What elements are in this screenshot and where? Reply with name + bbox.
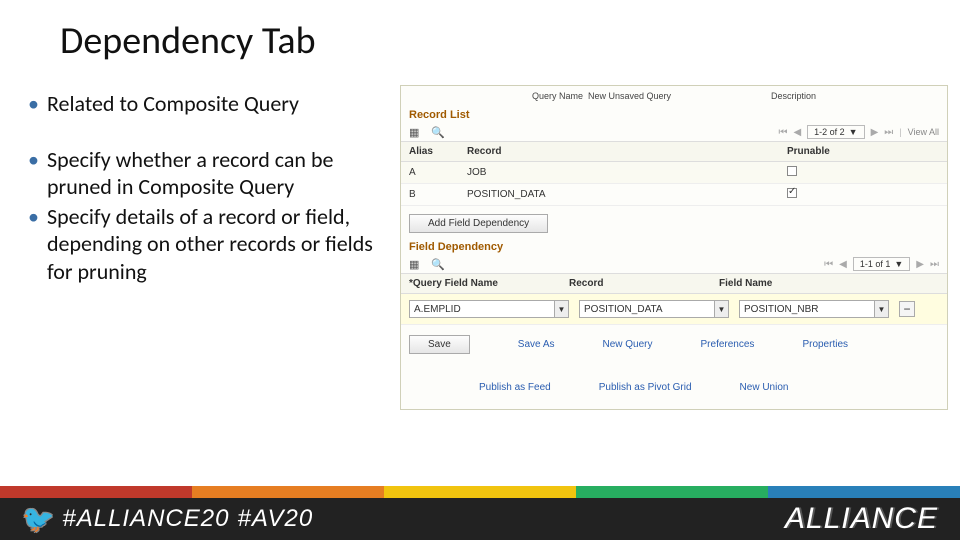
chevron-down-icon: ▼ — [554, 301, 568, 317]
new-query-link[interactable]: New Query — [603, 339, 653, 350]
grid-icon[interactable]: ▦ — [409, 258, 419, 271]
next-page-icon[interactable]: ▶ — [916, 259, 924, 270]
query-name-value: New Unsaved Query — [588, 91, 671, 101]
publish-pivot-link[interactable]: Publish as Pivot Grid — [599, 382, 692, 393]
record-select[interactable]: POSITION_DATA▼ — [579, 300, 729, 318]
prev-page-icon[interactable]: ◀ — [839, 259, 847, 270]
prev-page-icon[interactable]: ◀ — [793, 127, 801, 138]
record-list-toolbar: ▦ 🔍 ⏮ ◀ 1-2 of 2▼ ▶ ⏭ | View All — [401, 123, 947, 142]
description-label: Description — [771, 91, 816, 101]
chevron-down-icon: ▼ — [714, 301, 728, 317]
remove-row-button[interactable]: − — [899, 301, 915, 317]
search-icon[interactable]: 🔍 — [431, 126, 445, 139]
last-page-icon[interactable]: ⏭ — [884, 127, 893, 138]
field-dep-columns: *Query Field Name Record Field Name — [401, 274, 947, 294]
record-list-header: Record List — [401, 109, 947, 123]
pager-box[interactable]: 1-2 of 2▼ — [807, 125, 864, 139]
table-row: A JOB — [401, 162, 947, 184]
query-name-label: Query Name — [532, 91, 583, 101]
field-dep-row: A.EMPLID▼ POSITION_DATA▼ POSITION_NBR▼ − — [401, 294, 947, 325]
twitter-icon: 🐦 — [22, 503, 54, 535]
action-links: Save Save As New Query Preferences Prope… — [401, 325, 947, 401]
query-field-name-select[interactable]: A.EMPLID▼ — [409, 300, 569, 318]
record-list-columns: Alias Record Prunable — [401, 142, 947, 162]
screenshot-panel: Query Name New Unsaved Query Description… — [400, 85, 948, 410]
chevron-down-icon: ▼ — [874, 301, 888, 317]
add-field-dependency-button[interactable]: Add Field Dependency — [409, 214, 548, 233]
next-page-icon[interactable]: ▶ — [871, 127, 879, 138]
grid-icon[interactable]: ▦ — [409, 126, 419, 139]
bullet-list: •Related to Composite Query •Specify whe… — [28, 90, 393, 313]
slide-title: Dependency Tab — [60, 18, 316, 64]
first-page-icon[interactable]: ⏮ — [824, 259, 833, 270]
field-dep-toolbar: ▦ 🔍 ⏮ ◀ 1-1 of 1▼ ▶ ⏭ — [401, 255, 947, 274]
hashtag-1: #ALLIANCE20 — [62, 505, 229, 533]
properties-link[interactable]: Properties — [802, 339, 848, 350]
table-row: B POSITION_DATA — [401, 184, 947, 206]
field-name-select[interactable]: POSITION_NBR▼ — [739, 300, 889, 318]
bullet-2: Specify whether a record can be pruned i… — [47, 146, 393, 201]
bullet-1: Related to Composite Query — [47, 90, 299, 118]
save-as-link[interactable]: Save As — [518, 339, 555, 350]
last-page-icon[interactable]: ⏭ — [930, 259, 939, 270]
new-union-link[interactable]: New Union — [740, 382, 789, 393]
brand-logo: ALLIANCE — [785, 502, 938, 536]
pager-box[interactable]: 1-1 of 1▼ — [853, 257, 910, 271]
hashtag-2: #AV20 — [237, 505, 313, 533]
view-all-link[interactable]: View All — [908, 127, 939, 137]
publish-feed-link[interactable]: Publish as Feed — [479, 382, 551, 393]
preferences-link[interactable]: Preferences — [701, 339, 755, 350]
search-icon[interactable]: 🔍 — [431, 258, 445, 271]
footer: 🐦 #ALLIANCE20 #AV20 ALLIANCE — [0, 486, 960, 540]
save-button[interactable]: Save — [409, 335, 470, 354]
field-dependency-header: Field Dependency — [401, 241, 947, 255]
bullet-3: Specify details of a record or field, de… — [47, 203, 393, 286]
prunable-checkbox[interactable] — [787, 166, 797, 176]
first-page-icon[interactable]: ⏮ — [778, 127, 787, 138]
prunable-checkbox[interactable] — [787, 188, 797, 198]
